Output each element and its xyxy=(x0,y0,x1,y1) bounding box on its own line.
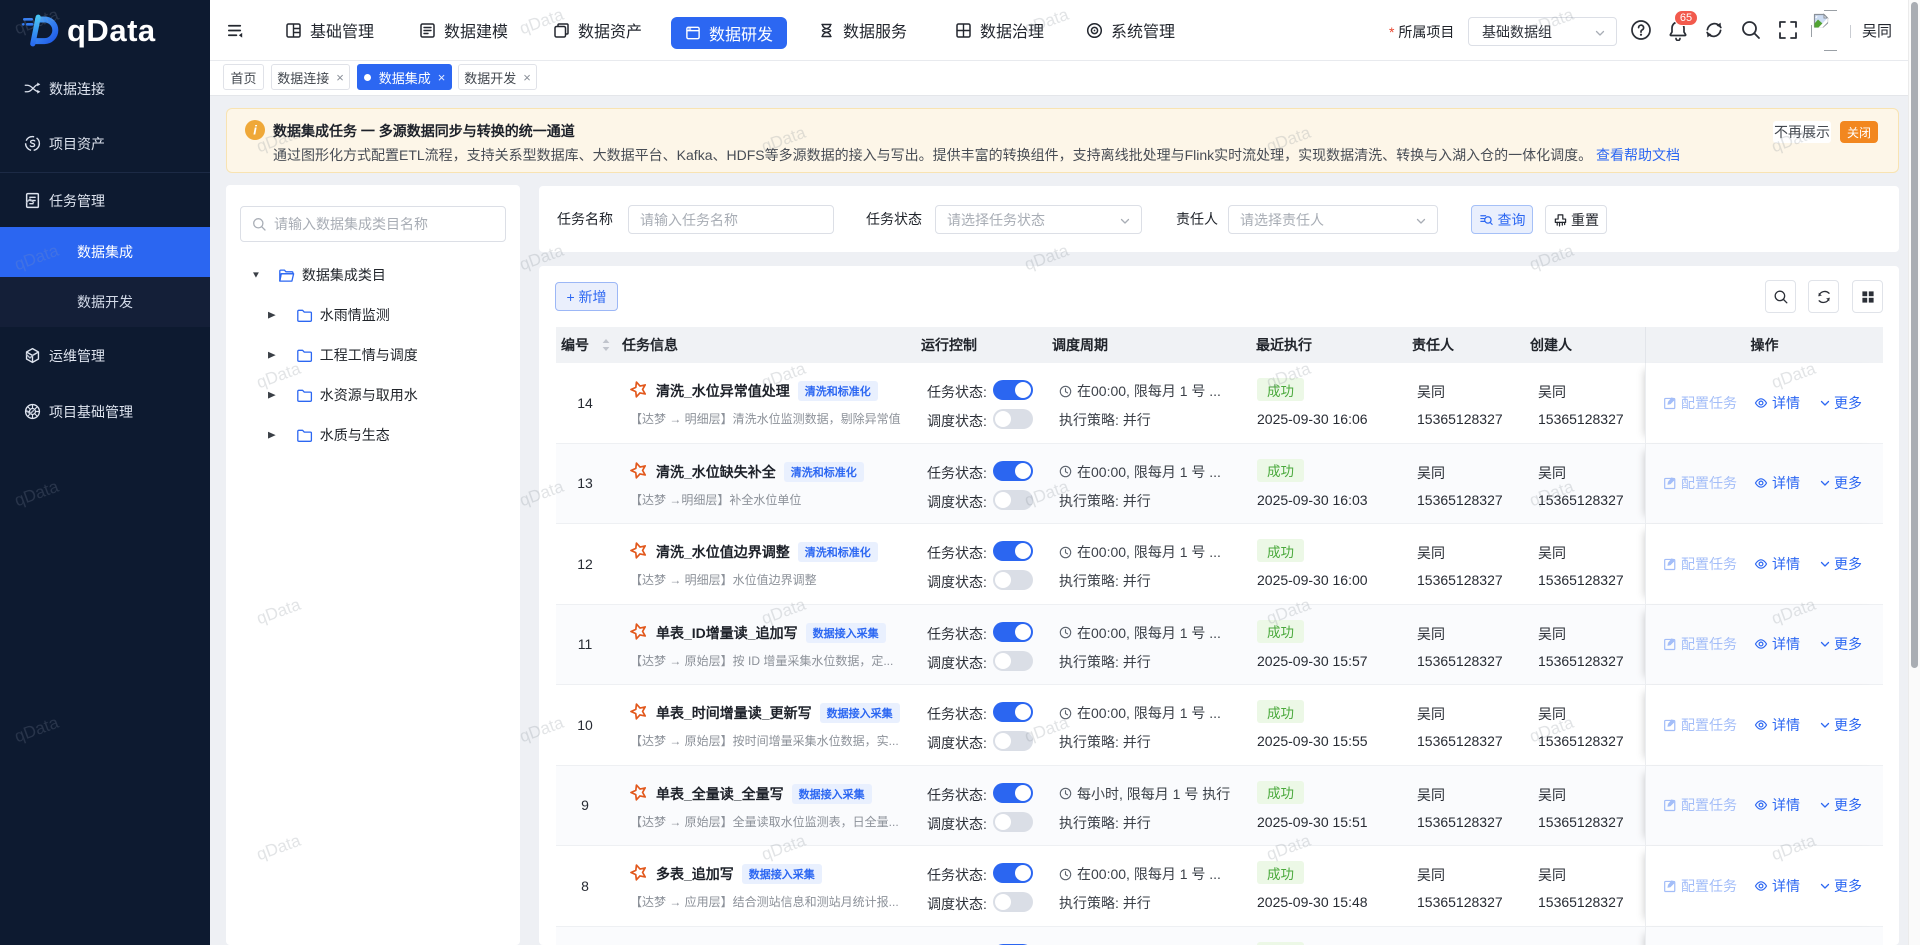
svg-text:i: i xyxy=(253,123,257,138)
